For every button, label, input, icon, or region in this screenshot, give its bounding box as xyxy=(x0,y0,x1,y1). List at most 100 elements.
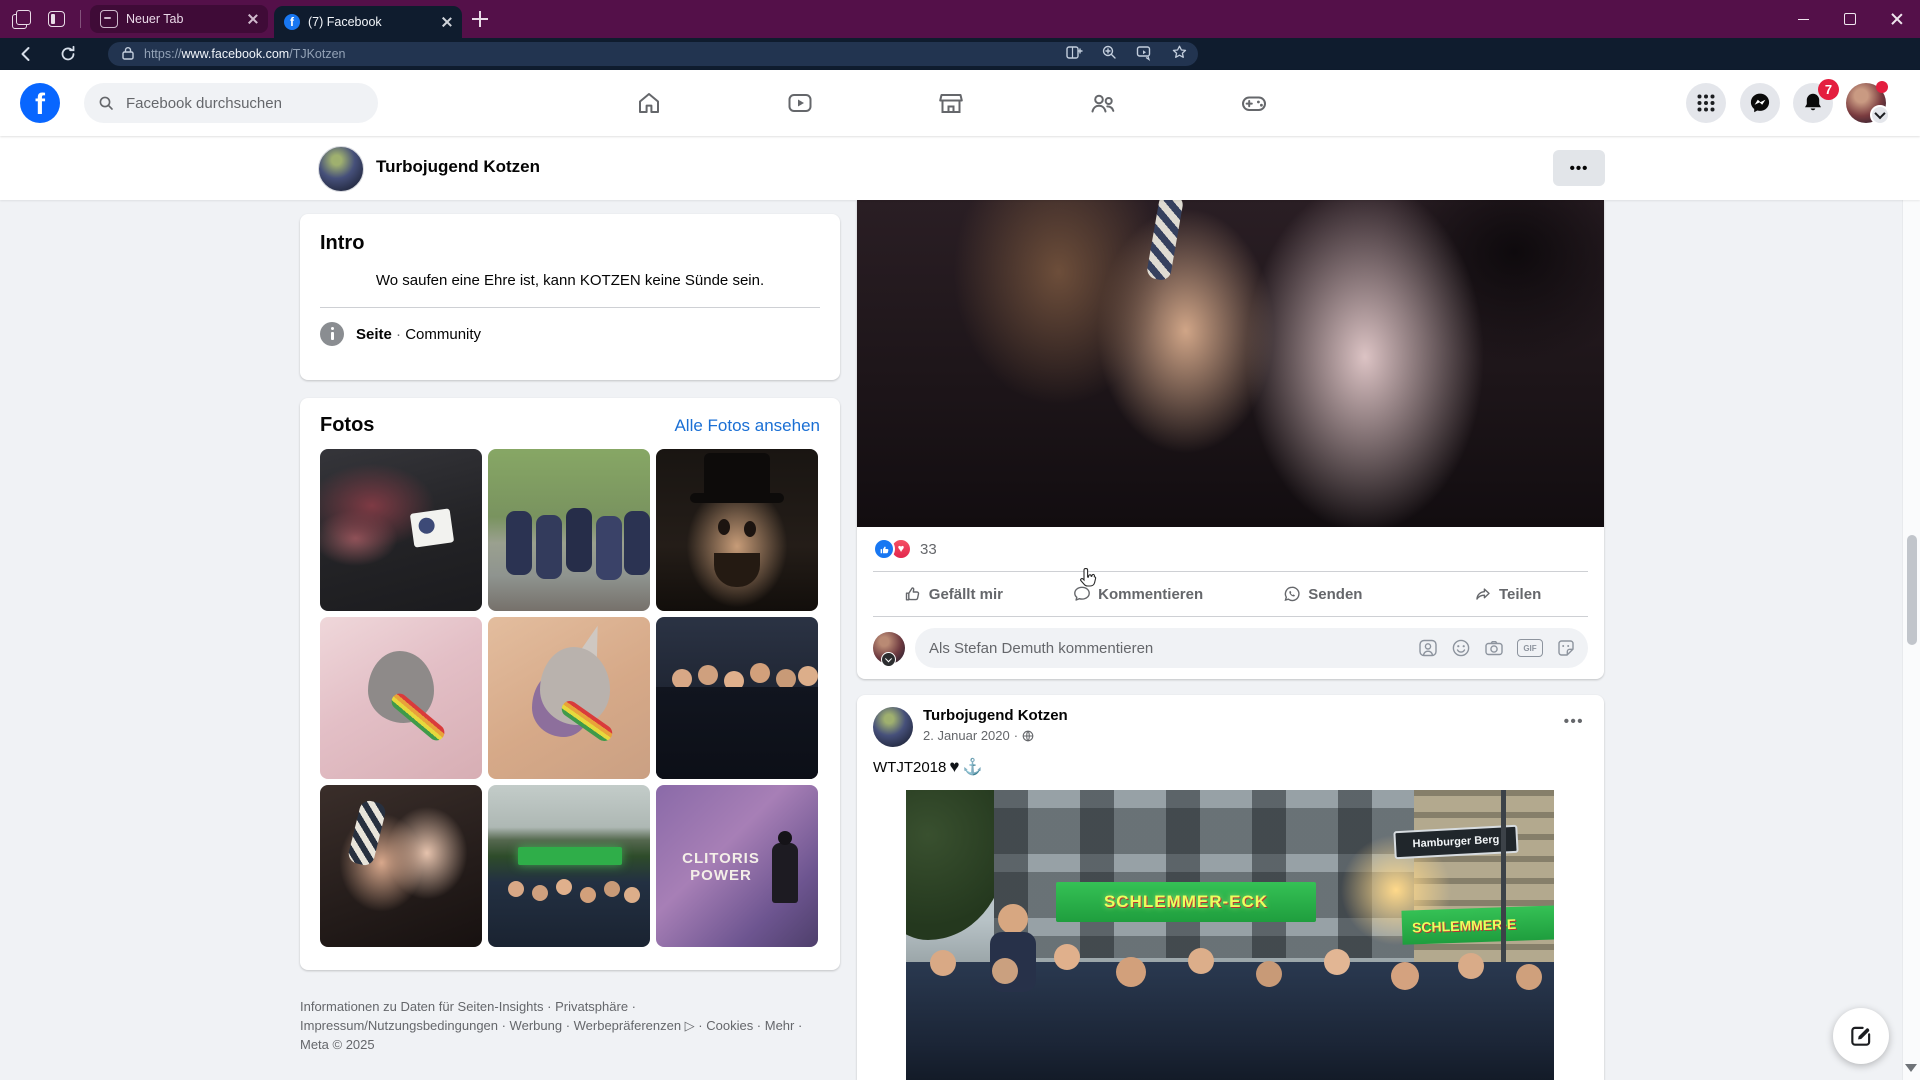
tab-actions-icon[interactable] xyxy=(12,9,32,29)
avatar-chevron-icon xyxy=(881,652,896,667)
new-tab-button[interactable] xyxy=(472,11,488,27)
search-icon xyxy=(99,96,113,110)
window-maximize-button[interactable] xyxy=(1827,0,1873,38)
like-reaction-icon xyxy=(873,538,895,560)
page-title-bar: Turbojugend Kotzen ••• xyxy=(0,136,1920,200)
photo-mural[interactable]: CLITORIS POWER xyxy=(656,785,818,947)
photo-kissing-couple[interactable] xyxy=(320,785,482,947)
web-capture-icon[interactable] xyxy=(1136,44,1153,64)
compose-button[interactable] xyxy=(1833,1008,1889,1064)
split-screen-icon[interactable] xyxy=(1066,44,1083,64)
account-avatar[interactable] xyxy=(1846,81,1890,125)
tab-label: (7) Facebook xyxy=(308,15,382,29)
zoom-icon[interactable] xyxy=(1101,44,1118,64)
intro-card: Intro Wo saufen eine Ehre ist, kann KOTZ… xyxy=(300,214,840,380)
photo-street-crowd[interactable] xyxy=(488,785,650,947)
commenter-avatar[interactable] xyxy=(873,632,905,667)
refresh-icon[interactable] xyxy=(58,44,78,64)
vertical-tabs-icon[interactable] xyxy=(48,11,65,27)
post-photo-street[interactable]: SCHLEMMER-ECK SCHLEMMER-E Hamburger Berg xyxy=(906,790,1554,1080)
post-more-button[interactable]: ••• xyxy=(1564,713,1584,730)
facebook-logo[interactable]: f xyxy=(20,83,60,123)
window-minimize-button[interactable] xyxy=(1780,0,1826,38)
facebook-header: f 7 xyxy=(0,70,1920,136)
post-photo-kiss[interactable] xyxy=(857,200,1604,527)
browser-toolbar: https://www.facebook.com/TJKotzen G ✓ J … xyxy=(0,38,1920,102)
page-avatar[interactable] xyxy=(318,146,364,192)
avatar-sticker-icon[interactable] xyxy=(1418,638,1438,658)
post-meta: 2. Januar 2020 · xyxy=(923,728,1068,743)
category-separator: · xyxy=(396,325,402,343)
browser-tab-new-tab[interactable]: Neuer Tab xyxy=(90,5,268,33)
nav-watch-icon[interactable] xyxy=(786,89,814,117)
scroll-down-arrow-icon[interactable] xyxy=(1905,1064,1917,1072)
shop-sign: SCHLEMMER-ECK xyxy=(1056,882,1316,922)
nav-gaming-icon[interactable] xyxy=(1240,89,1268,117)
crowd xyxy=(906,904,1554,1080)
category-value: Community xyxy=(405,325,482,343)
notifications-button[interactable]: 7 xyxy=(1793,79,1839,123)
nav-home-icon[interactable] xyxy=(635,89,663,117)
photo-tattoo-unicorn-skull[interactable] xyxy=(320,617,482,779)
comment-input[interactable]: Als Stefan Demuth kommentieren GIF xyxy=(915,628,1588,668)
post-date[interactable]: 2. Januar 2020 xyxy=(923,728,1010,743)
category-text: Seite · Community xyxy=(356,326,481,343)
black-heart-emoji: ♥ xyxy=(949,757,960,776)
page-scrollbar[interactable] xyxy=(1902,70,1920,1080)
anchor-emoji: ⚓ xyxy=(962,759,983,776)
url-host: www.facebook.com xyxy=(181,47,290,61)
gif-icon[interactable]: GIF xyxy=(1517,639,1543,657)
scrollbar-thumb[interactable] xyxy=(1907,535,1917,645)
intro-heading: Intro xyxy=(320,232,365,254)
facebook-favicon: f xyxy=(284,14,300,30)
search-input[interactable] xyxy=(124,93,348,113)
page-more-button[interactable]: ••• xyxy=(1553,150,1605,186)
search-bar[interactable] xyxy=(84,83,378,123)
photo-tophat-makeup[interactable] xyxy=(656,449,818,611)
photo-pavement-sticker[interactable] xyxy=(320,449,482,611)
post-author-avatar[interactable] xyxy=(873,707,913,747)
messenger-icon xyxy=(1750,93,1770,113)
nav-marketplace-icon[interactable] xyxy=(937,89,965,117)
photo-tattoo-rainbow[interactable] xyxy=(488,617,650,779)
category-label: Seite xyxy=(356,325,392,343)
favorite-star-icon[interactable] xyxy=(1171,44,1188,64)
photo-group-night[interactable] xyxy=(656,617,818,779)
share-button[interactable]: Teilen xyxy=(1415,572,1600,616)
intro-motto: Wo saufen eine Ehre ist, kann KOTZEN kei… xyxy=(375,272,765,289)
see-all-photos-link[interactable]: Alle Fotos ansehen xyxy=(674,416,820,436)
like-thumb-icon xyxy=(905,587,920,601)
screen: Neuer Tab f (7) Facebook https://www.fac… xyxy=(0,0,1920,1080)
url-bar[interactable]: https://www.facebook.com/TJKotzen xyxy=(108,42,1198,66)
browser-tab-facebook[interactable]: f (7) Facebook xyxy=(274,6,462,38)
tab-label: Neuer Tab xyxy=(126,12,184,26)
emoji-icon[interactable] xyxy=(1451,638,1471,658)
like-button[interactable]: Gefällt mir xyxy=(861,572,1046,616)
comment-placeholder: Als Stefan Demuth kommentieren xyxy=(929,639,1154,657)
back-icon[interactable] xyxy=(16,44,36,64)
like-label: Gefällt mir xyxy=(928,585,1003,603)
post-author-name[interactable]: Turbojugend Kotzen xyxy=(923,707,1068,725)
page-title: Turbojugend Kotzen xyxy=(376,157,540,176)
tab-close-icon[interactable] xyxy=(442,17,452,27)
camera-icon[interactable] xyxy=(1484,638,1504,658)
footer-links[interactable]: Informationen zu Daten für Seiten-Insigh… xyxy=(300,998,834,1055)
lock-icon xyxy=(122,46,134,63)
post-text-content: WTJT2018 xyxy=(873,758,947,776)
send-button[interactable]: Senden xyxy=(1231,572,1416,616)
photo-group-park[interactable] xyxy=(488,449,650,611)
apps-menu-button[interactable] xyxy=(1686,83,1726,123)
comment-label: Kommentieren xyxy=(1098,585,1204,603)
notification-badge: 7 xyxy=(1818,79,1839,100)
messenger-button[interactable] xyxy=(1740,83,1780,123)
window-close-button[interactable] xyxy=(1874,0,1920,38)
browser-tab-bar: Neuer Tab f (7) Facebook xyxy=(0,0,1920,38)
reactions-row[interactable]: ♥ 33 xyxy=(857,527,1604,571)
comment-button[interactable]: Kommentieren xyxy=(1046,572,1231,616)
reaction-count: 33 xyxy=(920,540,937,558)
share-label: Teilen xyxy=(1499,585,1542,603)
nav-groups-icon[interactable] xyxy=(1089,89,1117,117)
sticker-icon[interactable] xyxy=(1556,638,1576,658)
tab-close-icon[interactable] xyxy=(248,14,258,24)
post-text: WTJT2018 ♥ ⚓ xyxy=(873,757,982,777)
